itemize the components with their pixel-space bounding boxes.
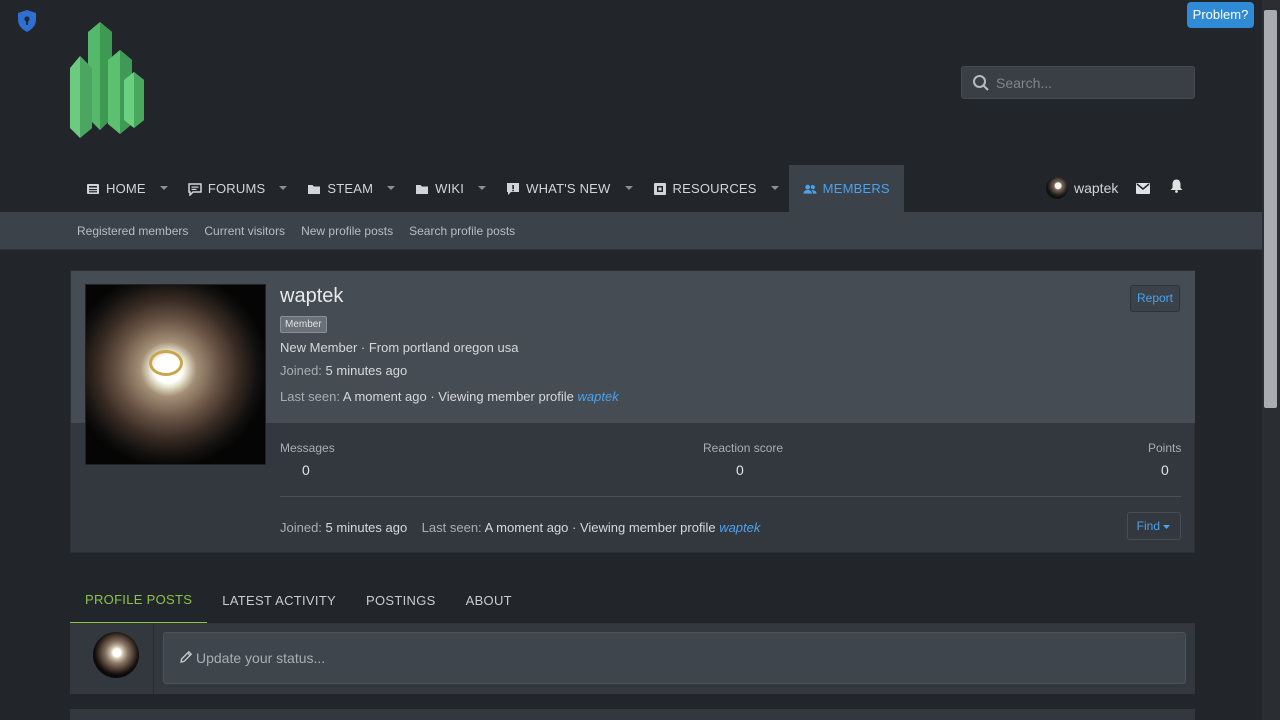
search-input[interactable] bbox=[996, 74, 1186, 91]
profile-avatar[interactable] bbox=[85, 284, 266, 465]
last-seen-value: A moment ago · Viewing member profile bbox=[342, 389, 574, 404]
tab-about[interactable]: ABOUT bbox=[451, 577, 527, 624]
nav-tab-label: FORUMS bbox=[207, 181, 266, 196]
joined-label: Joined: bbox=[280, 520, 322, 535]
avatar-glasses bbox=[149, 350, 183, 376]
chevron-down-icon[interactable] bbox=[279, 186, 288, 191]
joined-line: Joined: 5 minutes ago bbox=[280, 363, 407, 378]
nav-tab-label: STEAM bbox=[327, 181, 374, 196]
subnav-registered-members[interactable]: Registered members bbox=[77, 224, 188, 238]
profile-tabs: PROFILE POSTS LATEST ACTIVITY POSTINGS A… bbox=[70, 577, 527, 624]
last-seen-label: Last seen: bbox=[280, 389, 340, 404]
main-nav: HOME FORUMS STEAM WIKI WHAT'S NEW RESOUR… bbox=[76, 165, 904, 212]
chevron-down-icon[interactable] bbox=[624, 186, 633, 191]
profile-title: New Member · From portland oregon usa bbox=[280, 340, 519, 355]
find-label: Find bbox=[1136, 519, 1160, 533]
tab-profile-posts[interactable]: PROFILE POSTS bbox=[70, 577, 208, 624]
search-box[interactable] bbox=[961, 66, 1195, 99]
tab-latest-activity[interactable]: LATEST ACTIVITY bbox=[207, 577, 351, 624]
status-panel: Update your status... bbox=[70, 624, 1195, 694]
nav-tab-home[interactable]: HOME bbox=[76, 165, 178, 212]
joined-label: Joined: bbox=[280, 363, 322, 378]
stat-label-points: Points bbox=[1148, 441, 1182, 455]
search-icon bbox=[973, 74, 989, 91]
profile-footer-line: Joined: 5 minutes ago Last seen: A momen… bbox=[280, 520, 760, 535]
folder-icon bbox=[415, 182, 429, 196]
nav-tab-label: HOME bbox=[106, 181, 146, 196]
users-icon bbox=[803, 182, 817, 196]
mail-icon[interactable] bbox=[1136, 182, 1151, 194]
nav-tab-resources[interactable]: RESOURCES bbox=[643, 165, 789, 212]
status-input[interactable]: Update your status... bbox=[163, 632, 1186, 684]
stat-label-reaction-score: Reaction score bbox=[703, 441, 784, 455]
problem-button[interactable]: Problem? bbox=[1187, 2, 1254, 28]
chevron-down-icon[interactable] bbox=[478, 186, 487, 191]
status-placeholder: Update your status... bbox=[196, 650, 326, 666]
nav-tab-label: MEMBERS bbox=[822, 181, 890, 196]
report-button[interactable]: Report bbox=[1130, 285, 1180, 312]
stat-value-reaction-score[interactable]: 0 bbox=[736, 462, 744, 478]
content-panel bbox=[70, 709, 1195, 720]
cube-icon bbox=[653, 182, 667, 196]
alert-icon bbox=[506, 182, 520, 196]
last-seen-link[interactable]: waptek bbox=[578, 389, 619, 404]
stat-value-messages[interactable]: 0 bbox=[302, 462, 310, 478]
joined-value: 5 minutes ago bbox=[325, 520, 408, 535]
subnav-search-profile-posts[interactable]: Search profile posts bbox=[409, 224, 515, 238]
last-seen-label: Last seen: bbox=[421, 520, 482, 535]
last-seen-link[interactable]: waptek bbox=[719, 520, 760, 535]
nav-tab-members[interactable]: MEMBERS bbox=[788, 165, 904, 212]
profile-card: waptek Member New Member · From portland… bbox=[70, 270, 1195, 553]
comments-icon bbox=[188, 182, 202, 196]
chevron-down-icon[interactable] bbox=[770, 186, 779, 191]
subnav-current-visitors[interactable]: Current visitors bbox=[204, 224, 285, 238]
stat-value-points[interactable]: 0 bbox=[1161, 462, 1169, 478]
chevron-down-icon[interactable] bbox=[387, 186, 396, 191]
sub-nav: Registered members Current visitors New … bbox=[0, 212, 1262, 250]
chevron-down-icon bbox=[1163, 519, 1171, 533]
chevron-down-icon[interactable] bbox=[159, 186, 168, 191]
avatar[interactable] bbox=[1046, 177, 1068, 199]
member-badge: Member bbox=[280, 316, 327, 333]
site-logo[interactable] bbox=[66, 20, 146, 140]
folder-icon bbox=[307, 182, 321, 196]
tab-postings[interactable]: POSTINGS bbox=[351, 577, 451, 624]
last-seen-line: Last seen: A moment ago · Viewing member… bbox=[280, 389, 619, 404]
subnav-new-profile-posts[interactable]: New profile posts bbox=[301, 224, 393, 238]
last-seen-value: A moment ago · Viewing member profile bbox=[484, 520, 716, 535]
nav-tab-label: WIKI bbox=[435, 181, 465, 196]
nav-tab-wiki[interactable]: WIKI bbox=[405, 165, 496, 212]
find-button[interactable]: Find bbox=[1127, 512, 1181, 540]
avatar[interactable] bbox=[93, 632, 139, 678]
newspaper-icon bbox=[86, 182, 100, 196]
joined-value: 5 minutes ago bbox=[325, 363, 408, 378]
nav-tab-whats-new[interactable]: WHAT'S NEW bbox=[496, 165, 642, 212]
nav-tab-label: RESOURCES bbox=[672, 181, 757, 196]
profile-name[interactable]: waptek bbox=[280, 285, 343, 308]
status-avatar-cell bbox=[70, 624, 154, 694]
user-nav: waptek bbox=[1046, 176, 1183, 200]
nav-tab-label: WHAT'S NEW bbox=[526, 181, 611, 196]
divider bbox=[280, 496, 1181, 497]
nav-tab-steam[interactable]: STEAM bbox=[297, 165, 405, 212]
pencil-icon bbox=[179, 650, 196, 667]
scrollbar-thumb[interactable] bbox=[1264, 10, 1277, 408]
user-name[interactable]: waptek bbox=[1074, 180, 1118, 196]
shield-icon[interactable] bbox=[16, 9, 38, 33]
bell-icon[interactable] bbox=[1170, 179, 1183, 198]
stat-label-messages: Messages bbox=[280, 441, 335, 455]
nav-tab-forums[interactable]: FORUMS bbox=[178, 165, 298, 212]
